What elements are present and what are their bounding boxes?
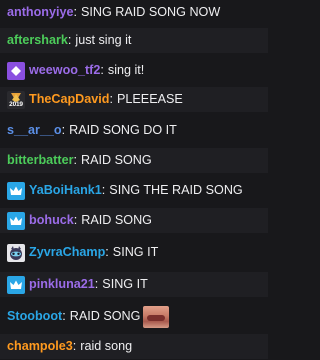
chat-text: sing it! <box>107 63 145 78</box>
chat-colon: : <box>73 5 77 20</box>
chat-colon: : <box>105 245 109 260</box>
chat-text: just sing it <box>75 33 132 48</box>
chat-username[interactable]: YaBoiHank1 <box>29 184 102 197</box>
chat-message: 2019 TheCapDavid: PLEEEASE <box>0 87 268 112</box>
chat-text: RAID SONG <box>69 309 141 324</box>
chat-username[interactable]: weewoo_tf2 <box>29 64 100 77</box>
crown-icon[interactable] <box>7 275 25 294</box>
chat-message: s__ar__o: RAID SONG DO IT <box>0 118 268 143</box>
chat-username[interactable]: ZyvraChamp <box>29 246 105 259</box>
chat-text: RAID SONG <box>81 213 152 228</box>
chat-username[interactable]: pinkluna21 <box>29 278 95 291</box>
raccoon-icon[interactable] <box>7 243 25 262</box>
chat-message: aftershark: just sing it <box>0 28 268 53</box>
chat-text: SING RAID SONG NOW <box>80 5 221 20</box>
chat-message: bitterbatter: RAID SONG <box>0 148 268 173</box>
chat-username[interactable]: champole3 <box>7 340 73 353</box>
chat-colon: : <box>73 153 77 168</box>
chat-colon: : <box>73 213 78 228</box>
chat-colon: : <box>100 63 104 78</box>
chat-text: SING IT <box>102 277 148 292</box>
badge-year-label: 2019 <box>9 101 23 108</box>
chat-colon: : <box>72 339 77 354</box>
crown-icon[interactable] <box>7 211 25 230</box>
chat-username[interactable]: s__ar__o <box>7 124 62 137</box>
chat-username[interactable]: aftershark <box>7 34 68 47</box>
chat-message: anthonyiye: SING RAID SONG NOW <box>0 0 268 25</box>
chat-username[interactable]: bitterbatter <box>7 154 73 167</box>
chat-username[interactable]: Stooboot <box>7 310 62 323</box>
year-badge-icon[interactable]: 2019 <box>7 90 25 109</box>
chat-colon: : <box>62 309 66 324</box>
emote-icon[interactable] <box>143 305 170 328</box>
chat-text: SING THE RAID SONG <box>109 183 243 198</box>
chat-colon: : <box>109 92 113 107</box>
purple-diamond-icon[interactable] <box>7 61 25 80</box>
chat-message: champole3: raid song <box>0 334 268 359</box>
chat-text: SING IT <box>112 245 159 260</box>
chat-colon: : <box>94 277 99 292</box>
chat-username[interactable]: TheCapDavid <box>29 93 109 106</box>
chat-message-list: anthonyiye: SING RAID SONG NOW aftershar… <box>0 0 268 360</box>
chat-text: RAID SONG DO IT <box>69 123 177 138</box>
crown-icon[interactable] <box>7 181 25 200</box>
chat-username[interactable]: anthonyiye <box>7 6 73 19</box>
chat-message: weewoo_tf2: sing it! <box>0 58 268 83</box>
chat-message: YaBoiHank1: SING THE RAID SONG <box>0 178 268 203</box>
chat-message: pinkluna21: SING IT <box>0 272 268 297</box>
chat-username[interactable]: bohuck <box>29 214 74 227</box>
chat-text: RAID SONG <box>80 153 152 168</box>
chat-message: bohuck: RAID SONG <box>0 208 268 233</box>
chat-text: PLEEEASE <box>116 92 183 107</box>
chat-message: Stooboot: RAID SONG <box>0 304 268 329</box>
chat-colon: : <box>61 123 66 138</box>
chat-colon: : <box>67 33 72 48</box>
chat-colon: : <box>101 183 106 198</box>
chat-text: raid song <box>80 339 133 354</box>
chat-message: ZyvraChamp: SING IT <box>0 240 268 265</box>
